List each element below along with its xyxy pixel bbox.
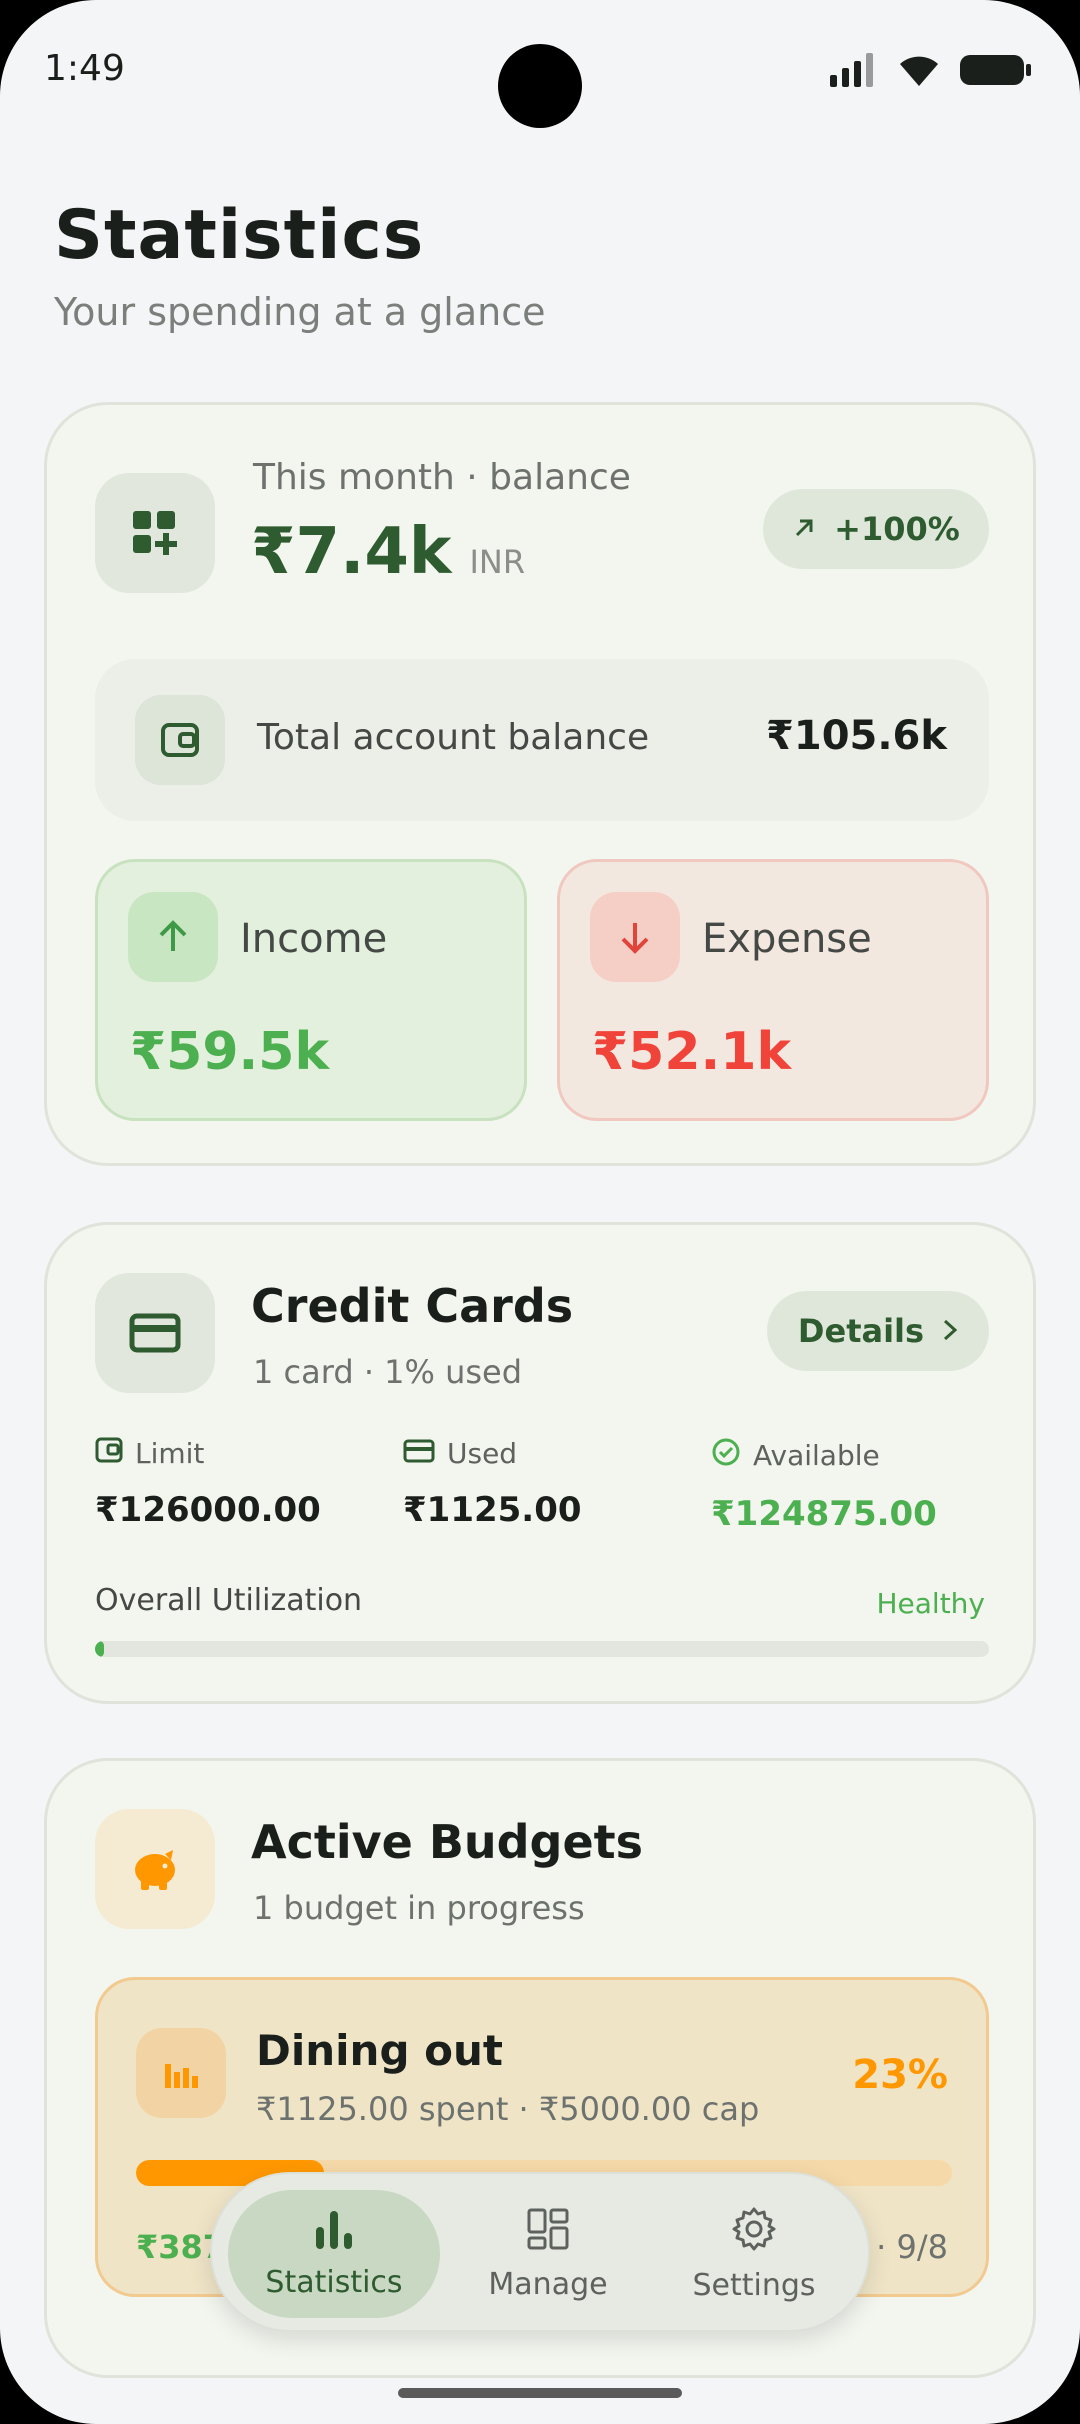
- nav-manage[interactable]: Manage: [452, 2190, 644, 2318]
- balance-card: This month · balance ₹7.4k INR +100% Tot…: [44, 402, 1036, 1166]
- dashboard-add-icon: [95, 473, 215, 593]
- available-stat: Available ₹124875.00: [711, 1437, 937, 1534]
- piggy-bank-icon: [95, 1809, 215, 1929]
- wallet-icon: [135, 695, 225, 785]
- nav-settings[interactable]: Settings: [656, 2190, 852, 2318]
- budget-days: · 9/8: [876, 2228, 948, 2266]
- camera-cutout: [498, 44, 582, 128]
- total-balance-row[interactable]: Total account balance ₹105.6k: [95, 659, 989, 821]
- check-circle-icon: [711, 1437, 741, 1474]
- battery-icon: [960, 53, 1032, 91]
- balance-amount-row: ₹7.4k INR: [251, 515, 525, 589]
- budget-percent: 23%: [852, 2052, 948, 2098]
- status-bar: 1:49: [0, 0, 1080, 140]
- income-tile[interactable]: Income ₹59.5k: [95, 859, 527, 1121]
- details-button[interactable]: Details: [767, 1291, 989, 1371]
- expense-tile[interactable]: Expense ₹52.1k: [557, 859, 989, 1121]
- bottom-navigation: Statistics Manage Settings: [210, 2172, 870, 2332]
- app-screen: 1:49 Statistics Your spending at a glanc…: [0, 0, 1080, 2424]
- expense-value: ₹52.1k: [592, 1022, 792, 1082]
- balance-currency: INR: [469, 543, 526, 581]
- arrow-up-icon: [128, 892, 218, 982]
- change-badge: +100%: [763, 489, 989, 569]
- income-value: ₹59.5k: [130, 1022, 330, 1082]
- available-value: ₹124875.00: [711, 1494, 937, 1534]
- balance-amount: ₹7.4k: [251, 515, 452, 589]
- dashboard-icon: [526, 2207, 570, 2259]
- income-label: Income: [240, 916, 388, 962]
- total-balance-value: ₹105.6k: [766, 713, 947, 759]
- details-label: Details: [797, 1312, 925, 1350]
- home-indicator[interactable]: [398, 2388, 682, 2398]
- nav-statistics[interactable]: Statistics: [228, 2190, 440, 2318]
- credit-cards-title: Credit Cards: [251, 1279, 574, 1333]
- total-balance-label: Total account balance: [257, 717, 650, 758]
- utilization-label: Overall Utilization: [95, 1583, 363, 1618]
- nav-statistics-label: Statistics: [265, 2264, 403, 2300]
- utilization-fill: [95, 1641, 104, 1657]
- trend-up-icon: [792, 510, 816, 548]
- utilization-status: Healthy: [876, 1587, 985, 1620]
- signal-icon: [830, 53, 878, 91]
- used-label: Used: [447, 1437, 518, 1470]
- budgets-title: Active Budgets: [251, 1815, 644, 1869]
- credit-cards-card: Credit Cards 1 card · 1% used Details Li…: [44, 1222, 1036, 1704]
- credit-cards-subtitle: 1 card · 1% used: [253, 1353, 523, 1391]
- arrow-down-icon: [590, 892, 680, 982]
- budgets-subtitle: 1 budget in progress: [253, 1889, 585, 1927]
- credit-card-icon: [95, 1273, 215, 1393]
- limit-value: ₹126000.00: [95, 1490, 321, 1530]
- budget-detail: ₹1125.00 spent · ₹5000.00 cap: [256, 2090, 760, 2128]
- card-small-icon: [403, 1437, 435, 1470]
- page-title: Statistics: [54, 196, 425, 275]
- wifi-icon: [896, 52, 942, 92]
- utilization-bar: [95, 1641, 989, 1657]
- limit-label: Limit: [135, 1437, 205, 1470]
- wallet-small-icon: [95, 1437, 123, 1470]
- limit-stat: Limit ₹126000.00: [95, 1437, 321, 1530]
- expense-label: Expense: [702, 916, 872, 962]
- nav-manage-label: Manage: [488, 2266, 608, 2302]
- budget-name: Dining out: [256, 2026, 503, 2075]
- page-subtitle: Your spending at a glance: [54, 290, 546, 334]
- chevron-right-icon: [942, 1312, 958, 1350]
- status-icons: [830, 52, 1032, 92]
- available-label: Available: [753, 1439, 880, 1472]
- change-value: +100%: [834, 510, 960, 548]
- status-time: 1:49: [44, 48, 125, 89]
- used-stat: Used ₹1125.00: [403, 1437, 582, 1530]
- category-bars-icon: [136, 2028, 226, 2118]
- nav-settings-label: Settings: [692, 2267, 816, 2303]
- balance-label: This month · balance: [253, 457, 631, 498]
- bar-chart-icon: [312, 2209, 356, 2257]
- used-value: ₹1125.00: [403, 1490, 582, 1530]
- gear-icon: [731, 2206, 777, 2260]
